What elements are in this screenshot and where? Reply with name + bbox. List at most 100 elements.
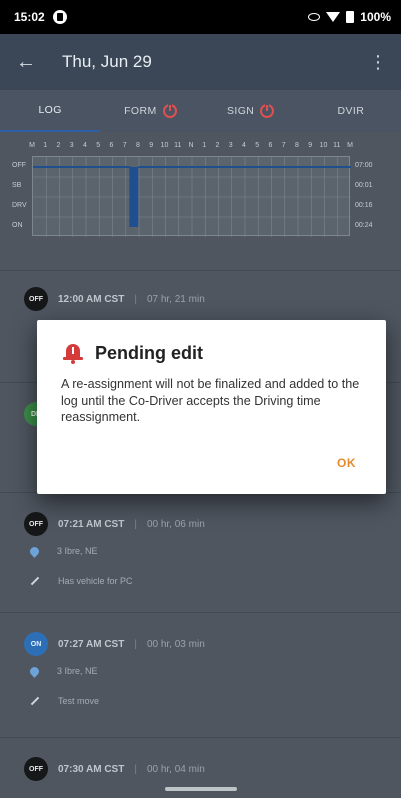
status-left: 15:02 [14, 10, 67, 24]
tab-label: DVIR [337, 105, 365, 117]
pending-edit-dialog: Pending edit A re-assignment will not be… [37, 320, 386, 494]
entry-time: 07:21 AM CST [58, 518, 125, 530]
tab-bar: LOG FORM SIGN DVIR [0, 90, 401, 132]
page-title: Thu, Jun 29 [62, 52, 152, 71]
ok-button[interactable]: OK [337, 456, 356, 470]
row-total: 00:01 [355, 182, 373, 189]
note-text: Test move [58, 696, 100, 706]
tab-form[interactable]: FORM [100, 90, 200, 132]
dialog-message: A re-assignment will not be finalized an… [61, 377, 360, 424]
location-pin-icon [28, 664, 41, 678]
hour-label: M [347, 142, 353, 149]
status-right: 100% [308, 10, 391, 24]
location-pin-icon [28, 544, 41, 558]
hour-label: 7 [281, 142, 286, 149]
dialog-title-row: Pending edit [63, 342, 203, 364]
separator: | [134, 518, 137, 530]
hour-label: 10 [319, 142, 328, 149]
graph-lines [33, 157, 351, 237]
home-indicator[interactable] [165, 787, 237, 791]
hour-label: 8 [136, 142, 140, 149]
separator: | [134, 763, 137, 775]
status-badge: OFF [24, 287, 48, 311]
hour-label: 6 [109, 142, 114, 149]
entry-header: OFF 12:00 AM CST | 07 hr, 21 min [24, 287, 205, 311]
graph-hour-labels: M 1 2 3 4 5 6 7 8 9 10 11 N 1 2 3 4 5 6 7 8 9 10 11 M [29, 142, 353, 154]
hour-label: 3 [228, 142, 233, 149]
tab-sign[interactable]: SIGN [201, 90, 301, 132]
row-label: SB [12, 182, 22, 189]
note-text: Has vehicle for PC [58, 576, 133, 586]
status-badge: OFF [24, 757, 48, 781]
entry-time: 07:30 AM CST [58, 763, 125, 775]
hour-label: 5 [96, 142, 101, 149]
divider [0, 270, 401, 271]
duty-block [130, 167, 139, 227]
tab-log[interactable]: LOG [0, 90, 101, 132]
row-total: 07:00 [355, 162, 373, 169]
hour-label: N [188, 142, 194, 149]
eye-icon [308, 13, 321, 21]
hour-label: 6 [268, 142, 273, 149]
entry-duration: 00 hr, 03 min [146, 638, 205, 650]
hour-label: 9 [149, 142, 154, 149]
entry-time: 07:27 AM CST [58, 638, 125, 650]
hour-label: 4 [83, 142, 87, 149]
hour-label: 5 [255, 142, 260, 149]
entry-time: 12:00 AM CST [58, 293, 125, 305]
hour-label: 4 [242, 142, 246, 149]
hour-label: M [29, 142, 35, 149]
hour-label: 11 [174, 142, 182, 149]
tab-dvir[interactable]: DVIR [301, 90, 401, 132]
duty-status-graph: M 1 2 3 4 5 6 7 8 9 10 11 N 1 2 3 4 5 6 7 8 9 10 11 M OFF 07:00 SB… [12, 142, 389, 252]
entry-header: ON 07:27 AM CST | 00 hr, 03 min [24, 632, 205, 656]
hour-label: 3 [69, 142, 74, 149]
app-bar: ← Thu, Jun 29 ⋮ [0, 34, 401, 90]
hour-label: 2 [56, 142, 61, 149]
entry-location: 3 Ibre, NE [28, 662, 98, 680]
hour-label: 8 [295, 142, 299, 149]
entry-note: Has vehicle for PC [30, 572, 133, 590]
status-bar: 15:02 100% [0, 0, 401, 34]
status-time: 15:02 [14, 10, 45, 24]
hour-label: 1 [43, 142, 48, 149]
alert-icon [162, 102, 177, 118]
graph-grid [32, 156, 351, 237]
hour-label: 2 [215, 142, 220, 149]
alert-icon [260, 102, 275, 118]
status-badge: OFF [24, 512, 48, 536]
alarm-bell-icon [63, 342, 83, 364]
arrow-back-icon[interactable]: ← [16, 51, 46, 74]
status-badge: ON [24, 632, 48, 656]
hour-label: 11 [333, 142, 341, 149]
hour-label: 7 [122, 142, 127, 149]
tab-label: LOG [38, 104, 62, 116]
divider [0, 737, 401, 738]
dialog-title: Pending edit [95, 342, 203, 363]
more-vert-icon[interactable]: ⋮ [369, 52, 387, 73]
app-notification-icon [52, 10, 67, 24]
hour-label: 9 [308, 142, 313, 149]
entry-note: Test move [30, 692, 99, 710]
tab-label: SIGN [226, 105, 255, 117]
entry-location: 3 Ibre, NE [28, 542, 98, 560]
location-text: 3 Ibre, NE [57, 666, 98, 676]
battery-level: 100% [360, 10, 391, 24]
row-label: DRV [12, 202, 27, 209]
pencil-icon [30, 576, 40, 586]
row-total: 00:16 [355, 202, 373, 209]
separator: | [134, 293, 137, 305]
row-total: 00:24 [355, 222, 373, 229]
separator: | [134, 638, 137, 650]
location-text: 3 Ibre, NE [57, 546, 98, 556]
divider [0, 612, 401, 613]
pencil-icon [30, 696, 40, 706]
battery-icon [346, 11, 355, 23]
row-label: ON [12, 222, 23, 229]
hour-label: 10 [160, 142, 169, 149]
entry-header: OFF 07:21 AM CST | 00 hr, 06 min [24, 512, 205, 536]
tab-label: FORM [124, 105, 157, 117]
entry-duration: 00 hr, 06 min [146, 518, 205, 530]
entry-duration: 00 hr, 04 min [146, 763, 205, 775]
wifi-icon [326, 12, 341, 22]
